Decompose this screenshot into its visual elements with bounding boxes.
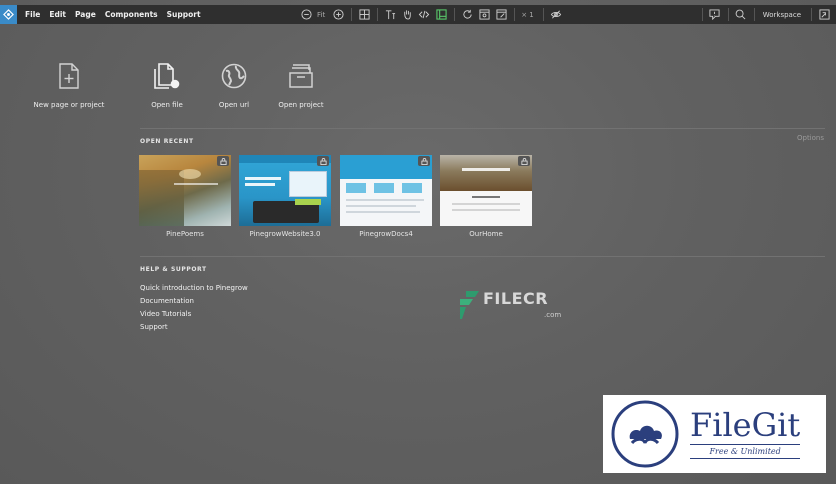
new-page-or-project-button[interactable]: New page or project <box>29 63 109 109</box>
app-window: File Edit Page Components Support Fit × … <box>0 0 836 484</box>
top-toolbar: File Edit Page Components Support Fit × … <box>0 5 836 24</box>
search-icon[interactable] <box>733 7 749 23</box>
open-recent-title: OPEN RECENT <box>140 138 194 145</box>
recent-project-pinegrowwebsite[interactable]: PinegrowWebsite3.0 <box>239 155 331 238</box>
section-divider <box>140 128 825 129</box>
globe-icon <box>221 63 247 89</box>
multiplier-label[interactable]: × 1 <box>521 11 534 19</box>
thumbnail-art <box>174 183 218 185</box>
open-project-icon <box>289 64 313 88</box>
open-file-icon <box>154 63 180 89</box>
zoom-in-icon[interactable] <box>330 7 346 23</box>
help-support-title: HELP & SUPPORT <box>140 266 207 273</box>
recent-project-pinepoems[interactable]: PinePoems <box>139 155 231 238</box>
thumbnail-art <box>374 183 394 193</box>
refresh-icon[interactable] <box>459 7 475 23</box>
action-label: Open project <box>278 101 324 109</box>
canvas-tools: Fit × 1 <box>298 5 565 24</box>
recent-project-label: OurHome <box>469 230 503 238</box>
lock-icon <box>418 156 430 166</box>
toolbar-divider <box>811 8 812 21</box>
toolbar-divider <box>727 8 729 21</box>
thumbnail-art <box>245 183 275 186</box>
menu-file[interactable]: File <box>25 10 40 19</box>
help-link-video-tutorials[interactable]: Video Tutorials <box>140 310 191 318</box>
filecr-watermark: FILECR .com <box>458 289 561 319</box>
filecr-logo-icon <box>460 291 479 319</box>
help-link-support[interactable]: Support <box>140 323 168 331</box>
filegit-watermark: FileGit Free & Unlimited <box>603 395 826 473</box>
toolbar-divider <box>542 8 544 21</box>
filegit-wordmark: FileGit Free & Unlimited <box>690 406 801 459</box>
toolbar-divider <box>514 8 516 21</box>
lock-icon <box>518 156 530 166</box>
hide-icon[interactable] <box>548 7 564 23</box>
thumbnail-art <box>139 170 184 226</box>
recent-project-label: PinegrowWebsite3.0 <box>249 230 321 238</box>
recent-project-label: PinegrowDocs4 <box>359 230 413 238</box>
thumbnail-art <box>452 209 520 211</box>
thumbnail-art <box>462 168 510 171</box>
thumbnail-art <box>452 203 520 205</box>
help-link-documentation[interactable]: Documentation <box>140 297 194 305</box>
thumbnail-art <box>346 183 366 193</box>
new-page-icon <box>59 63 79 89</box>
thumbnail-art <box>472 196 500 198</box>
toolbar-divider <box>377 8 379 21</box>
main-menu: File Edit Page Components Support <box>25 10 210 19</box>
filecr-domain: .com <box>544 311 562 319</box>
project-thumbnail <box>440 155 532 226</box>
toolbar-divider <box>454 8 456 21</box>
lock-icon <box>217 156 229 166</box>
recent-project-label: PinePoems <box>166 230 204 238</box>
help-link-quick-intro[interactable]: Quick introduction to Pinegrow <box>140 284 248 292</box>
open-project-button[interactable]: Open project <box>261 63 341 109</box>
thumbnail-art <box>402 183 422 193</box>
thumbnail-art <box>245 177 281 180</box>
project-thumbnail <box>239 155 331 226</box>
filegit-logo-icon <box>611 400 679 468</box>
pinegrow-logo-icon[interactable] <box>0 5 17 24</box>
hand-icon[interactable] <box>399 7 415 23</box>
filegit-subtitle: Free & Unlimited <box>690 444 801 459</box>
layout-icon[interactable] <box>433 7 449 23</box>
filegit-title: FileGit <box>690 406 801 444</box>
grid-icon[interactable] <box>356 7 372 23</box>
menu-support[interactable]: Support <box>167 10 201 19</box>
toolbar-right: Workspace <box>698 5 836 24</box>
filecr-wordmark: FILECR <box>483 289 549 308</box>
action-label: New page or project <box>33 101 105 109</box>
code-icon[interactable] <box>416 7 432 23</box>
toolbar-divider <box>701 8 703 21</box>
project-thumbnail <box>340 155 432 226</box>
text-icon[interactable] <box>382 7 398 23</box>
workspace-button[interactable]: Workspace <box>763 11 801 19</box>
help-icon[interactable] <box>707 7 723 23</box>
zoom-out-icon[interactable] <box>298 7 314 23</box>
menu-page[interactable]: Page <box>75 10 96 19</box>
thumbnail-art <box>289 171 327 197</box>
exit-fullscreen-icon[interactable] <box>816 7 832 23</box>
thumbnail-art <box>346 199 424 201</box>
recent-project-pinegrowdocs[interactable]: PinegrowDocs4 <box>340 155 432 238</box>
preview-icon[interactable] <box>476 7 492 23</box>
lock-icon <box>317 156 329 166</box>
thumbnail-art <box>179 169 201 179</box>
edit-icon[interactable] <box>493 7 509 23</box>
thumbnail-art <box>295 199 321 205</box>
recent-project-ourhome[interactable]: OurHome <box>440 155 532 238</box>
options-link[interactable]: Options <box>797 134 824 142</box>
toolbar-divider <box>753 8 755 21</box>
thumbnail-art <box>346 205 416 207</box>
section-divider <box>140 256 825 257</box>
thumbnail-art <box>346 211 420 213</box>
project-thumbnail <box>139 155 231 226</box>
menu-edit[interactable]: Edit <box>49 10 66 19</box>
zoom-fit-label[interactable]: Fit <box>317 11 325 19</box>
menu-components[interactable]: Components <box>105 10 158 19</box>
toolbar-divider <box>351 8 353 21</box>
